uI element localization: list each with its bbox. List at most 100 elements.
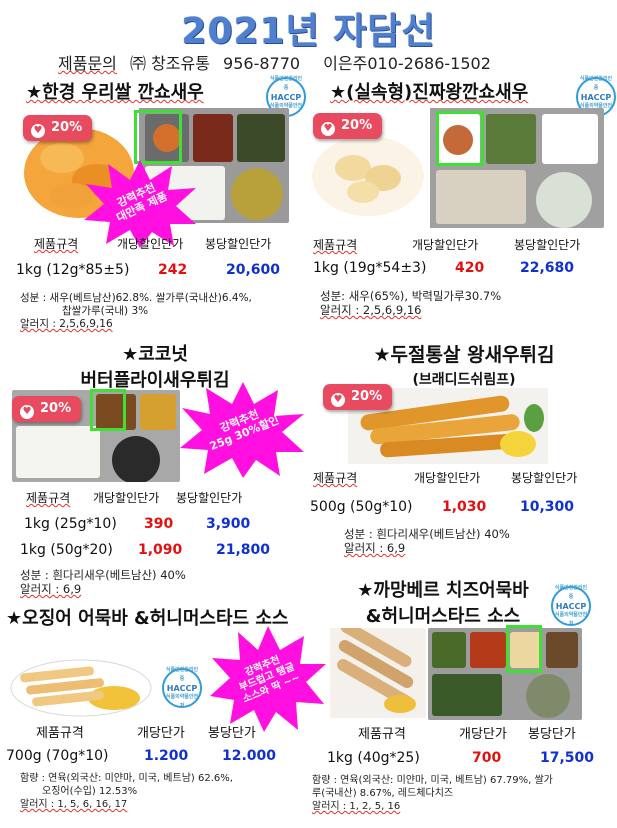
spec-value: 700g (70g*10)	[6, 748, 109, 764]
col-pack: 봉당할인단가	[511, 471, 578, 485]
product-2-highlight	[436, 111, 484, 166]
ingredient-line: 함량 : 연육(외국산: 미얀마, 미국, 베트남) 62.6%,	[20, 773, 233, 784]
haccp-logo: 식품안전관리인증 HACCP 식품의약품안전처	[162, 666, 202, 709]
ingredient-line: 함량 : 연육(외국산: 미얀마, 미국, 베트남) 67.79%, 쌀가	[312, 775, 553, 786]
col-spec: 제품규격	[26, 491, 71, 505]
allergy-info: 알러지 : 1, 5, 6, 16, 17	[20, 799, 128, 810]
haccp-bottom: 식품의약품안전처	[165, 693, 199, 709]
allergy-info: 알러지 : 2,5,6,9,16	[320, 303, 422, 317]
col-pack: 봉당할인단가	[205, 237, 272, 251]
unit-price: 390	[144, 516, 174, 532]
col-spec: 제품규격	[34, 237, 79, 251]
ingredients: 함량 : 연육(외국산: 미얀마, 미국, 베트남) 67.79%, 쌀가 루(…	[312, 774, 553, 813]
ingredient-line: 루(국내산) 8.67%, 레드체다치즈	[312, 788, 454, 799]
discount-badge: ♥ 20%	[12, 396, 82, 422]
haccp-main: HACCP	[555, 601, 587, 611]
ingredients: 성분 : 흰다리새우(베트남산) 40% 알러지 : 6,9	[344, 527, 510, 555]
heart-icon: ♥	[321, 122, 335, 136]
col-unit: 개당할인단가	[412, 238, 479, 252]
product-1-name: ★한경 우리쌀 깐쇼새우	[26, 82, 204, 103]
person-phone: 010-2686-1502	[367, 54, 491, 73]
unit-price: 1.200	[144, 748, 189, 764]
haccp-main: HACCP	[580, 92, 612, 102]
contact-line: 제품문의 ㈜ 창조유통 956-8770 이은주010-2686-1502	[58, 50, 491, 74]
tray-food-image	[428, 628, 582, 720]
col-pack: 봉당할인단가	[514, 238, 581, 252]
allergy-info: 알러지 : 1, 2, 5, 16	[312, 801, 401, 812]
col-unit: 개당할인단가	[414, 471, 481, 485]
col-unit: 개당할인단가	[93, 491, 160, 505]
ingredient-line: 성분 : 흰다리새우(베트남산) 40%	[20, 568, 186, 582]
product-5-photo	[6, 648, 156, 720]
unit-price: 1,090	[138, 542, 183, 558]
pack-price: 21,800	[216, 542, 271, 558]
spec-value: 1kg (12g*85±5)	[16, 262, 130, 278]
ingredients: 함량 : 연육(외국산: 미얀마, 미국, 베트남) 62.6%, 오징어(수입…	[20, 772, 233, 811]
pack-price: 17,500	[540, 750, 595, 766]
page-title: 2021년 자담선	[181, 11, 436, 52]
pack-price: 10,300	[520, 499, 575, 515]
allergy-info: 알러지 : 6,9	[344, 541, 406, 555]
burst-sticker: 강력추천부드럽고 탱글소스와 딱 ~~	[210, 626, 326, 732]
pack-price: 3,900	[206, 516, 251, 532]
discount-value: 20%	[341, 118, 373, 133]
haccp-logo: 식품안전관리인증 HACCP 식품의약품안전처	[551, 584, 591, 627]
col-unit: 개당단가	[137, 726, 185, 741]
col-spec: 제품규격	[358, 727, 406, 742]
ingredient-line: 찹쌀가루(국내) 3%	[62, 305, 149, 317]
product-6-photo-a	[330, 628, 426, 718]
col-pack: 봉당단가	[528, 727, 576, 742]
discount-badge: ♥ 20%	[323, 384, 393, 410]
discount-value: 20%	[51, 120, 83, 135]
allergy-info: 알러지 : 6,9	[20, 582, 82, 596]
contact-person: 이은주	[323, 54, 368, 73]
contact-label: 제품문의	[58, 54, 117, 73]
product-6-name-line: ★까망베르 치즈어묵바	[357, 580, 529, 601]
product-4-name-line: ★두절통살 왕새우튀김	[373, 344, 555, 366]
unit-price: 1,030	[442, 499, 487, 515]
pack-price: 22,680	[520, 260, 575, 276]
discount-value: 20%	[40, 401, 72, 416]
ingredient-line: 성분 : 흰다리새우(베트남산) 40%	[344, 527, 510, 541]
discount-badge: ♥ 20%	[313, 113, 383, 139]
spec-value: 1kg (40g*25)	[327, 750, 420, 766]
haccp-top: 식품안전관리인증	[554, 584, 588, 600]
col-pack: 봉당단가	[208, 726, 256, 741]
spec-value: 500g (50g*10)	[310, 499, 413, 515]
col-spec: 제품규격	[313, 471, 358, 485]
product-1-highlight	[134, 110, 182, 164]
ingredient-line: 성분 : 새우(베트남산)62.8%. 쌀가루(국내산)6.4%,	[20, 292, 252, 304]
haccp-top: 식품안전관리인증	[269, 75, 303, 91]
discount-badge: ♥ 20%	[23, 115, 93, 141]
product-6-highlight	[506, 625, 542, 673]
ingredients: 성분 : 새우(베트남산)62.8%. 쌀가루(국내산)6.4%, 찹쌀가루(국…	[20, 292, 252, 331]
spec-value: 1kg (19g*54±3)	[313, 260, 427, 276]
fishcake-bar-image	[10, 659, 152, 717]
cheese-fishcake-image	[330, 628, 426, 718]
heart-icon: ♥	[331, 393, 345, 407]
col-pack: 봉당할인단가	[176, 491, 243, 505]
unit-price: 242	[158, 262, 188, 278]
haccp-main: HACCP	[270, 92, 302, 102]
product-6-photo-b	[428, 628, 582, 720]
product-2-name: ★(실속형)진짜왕깐쇼새우	[330, 82, 529, 103]
heart-icon: ♥	[20, 405, 34, 419]
haccp-top: 식품안전관리인증	[165, 666, 199, 682]
burst-sticker: 강력추천25g 30%할인	[180, 382, 304, 478]
haccp-main: HACCP	[166, 683, 198, 693]
heart-icon: ♥	[31, 124, 45, 138]
col-spec: 제품규격	[313, 238, 358, 252]
spec-value: 1kg (50g*20)	[20, 542, 113, 558]
haccp-bottom: 식품의약품안전처	[554, 611, 588, 627]
discount-value: 20%	[351, 389, 383, 404]
company-name: ㈜ 창조유통	[129, 54, 210, 73]
spec-value: 1kg (25g*10)	[24, 516, 117, 532]
product-3-name-line: ★코코넛	[122, 344, 188, 365]
allergy-info: 알러지 : 2,5,6,9,16	[20, 318, 113, 330]
ingredients: 성분 : 흰다리새우(베트남산) 40% 알러지 : 6,9	[20, 568, 186, 596]
product-4-name: ★두절통살 왕새우튀김 (브래디드쉬림프)	[322, 340, 606, 389]
ingredient-line: 오징어(수입) 12.53%	[42, 786, 138, 797]
company-phone: 956-8770	[223, 54, 301, 73]
col-unit: 개당할인단가	[117, 237, 184, 251]
ingredients: 성분: 새우(65%), 박력밀가루30.7% 알러지 : 2,5,6,9,16	[320, 289, 501, 317]
